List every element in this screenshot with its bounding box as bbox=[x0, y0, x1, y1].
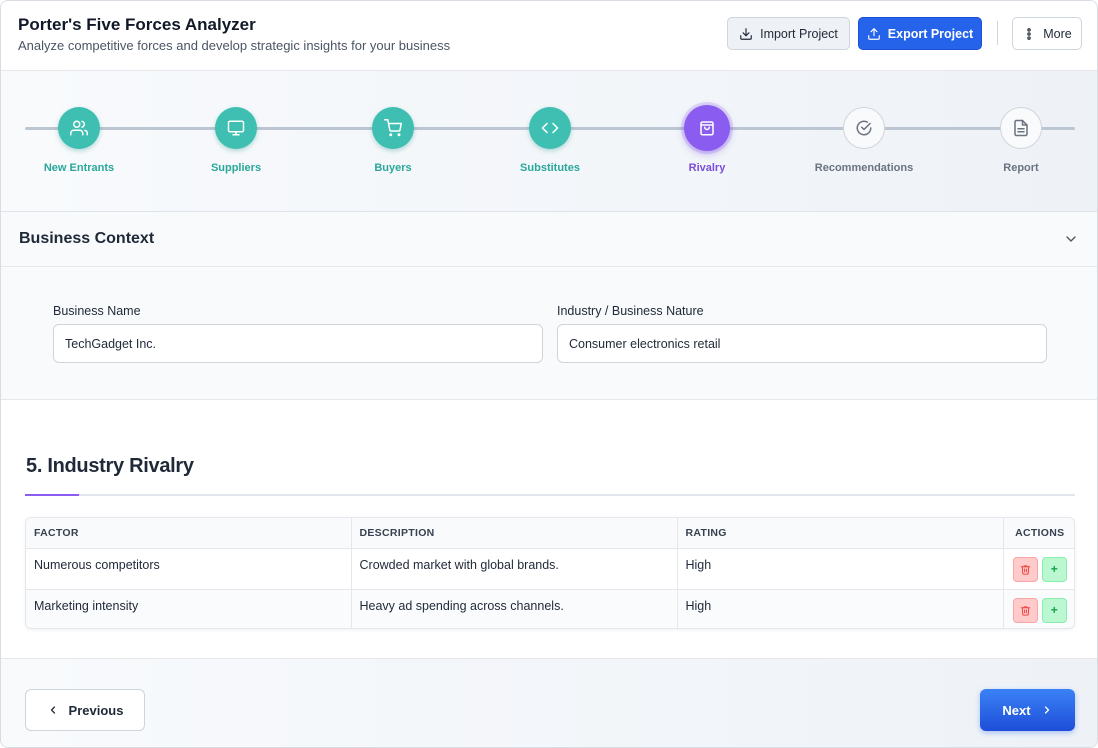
description-cell[interactable]: Crowded market with global brands. bbox=[351, 548, 678, 590]
table-row: Numerous competitors Crowded market with… bbox=[26, 548, 1074, 590]
step-suppliers[interactable]: Suppliers bbox=[161, 71, 311, 212]
business-context-panel: Business Context Business Name TechGadge… bbox=[1, 212, 1097, 400]
import-project-button[interactable]: Import Project bbox=[727, 17, 850, 50]
add-row-button[interactable]: + bbox=[1041, 597, 1067, 623]
step-circle bbox=[684, 105, 730, 151]
business-context-header[interactable]: Business Context bbox=[1, 212, 1097, 267]
table-row: Marketing intensity Heavy ad spending ac… bbox=[26, 589, 1074, 628]
trash-icon bbox=[1020, 605, 1030, 616]
more-button[interactable]: More bbox=[1012, 17, 1082, 50]
download-icon bbox=[740, 27, 752, 40]
table-header-row: FACTOR DESCRIPTION RATING ACTIONS bbox=[26, 518, 1074, 549]
add-row-button[interactable]: + bbox=[1041, 556, 1067, 582]
document-icon bbox=[1014, 119, 1028, 137]
industry-input[interactable]: Consumer electronics retail bbox=[557, 324, 1047, 363]
step-circle bbox=[529, 107, 571, 149]
bag-icon bbox=[700, 121, 714, 136]
check-circle-icon bbox=[856, 120, 872, 136]
rating-cell[interactable]: High bbox=[677, 548, 1004, 590]
progress-stepper: New Entrants Suppliers Buyers Substitute… bbox=[1, 71, 1097, 212]
step-circle bbox=[58, 107, 100, 149]
app-title: Porter's Five Forces Analyzer bbox=[18, 15, 256, 34]
step-label: Report bbox=[1003, 162, 1039, 174]
step-circle bbox=[372, 107, 414, 149]
export-project-button[interactable]: Export Project bbox=[858, 17, 982, 50]
chevron-down-icon[interactable] bbox=[1063, 231, 1079, 247]
column-header-description: DESCRIPTION bbox=[351, 518, 678, 549]
actions-cell: + bbox=[1003, 589, 1074, 628]
more-vertical-icon bbox=[1027, 27, 1031, 40]
step-label: Suppliers bbox=[210, 162, 262, 174]
delete-row-button[interactable] bbox=[1012, 556, 1038, 582]
industry-label: Industry / Business Nature bbox=[557, 304, 704, 318]
import-project-label: Import Project bbox=[760, 26, 838, 41]
next-button[interactable]: Next bbox=[980, 689, 1075, 731]
step-buyers[interactable]: Buyers bbox=[318, 71, 468, 212]
more-label: More bbox=[1043, 26, 1072, 41]
cart-icon bbox=[384, 119, 402, 137]
export-project-label: Export Project bbox=[887, 26, 974, 41]
next-label: Next bbox=[1002, 702, 1031, 718]
section-divider-accent bbox=[25, 494, 79, 496]
business-name-label: Business Name bbox=[53, 304, 141, 318]
step-recommendations[interactable]: Recommendations bbox=[789, 71, 939, 212]
step-rivalry[interactable]: Rivalry bbox=[632, 71, 782, 212]
step-label: Rivalry bbox=[688, 162, 726, 174]
delete-row-button[interactable] bbox=[1012, 597, 1038, 623]
description-cell[interactable]: Heavy ad spending across channels. bbox=[351, 589, 678, 628]
section-title: 5. Industry Rivalry bbox=[26, 455, 194, 477]
step-label: New Entrants bbox=[43, 162, 115, 174]
step-label: Substitutes bbox=[520, 162, 580, 174]
step-circle bbox=[1000, 107, 1042, 149]
business-context-title: Business Context bbox=[19, 230, 155, 247]
app-header: Porter's Five Forces Analyzer Analyze co… bbox=[1, 1, 1097, 71]
step-report[interactable]: Report bbox=[946, 71, 1096, 212]
trash-icon bbox=[1020, 564, 1030, 575]
app-subtitle: Analyze competitive forces and develop s… bbox=[18, 38, 451, 53]
navigation-footer: Previous Next bbox=[1, 658, 1097, 747]
factor-cell[interactable]: Numerous competitors bbox=[26, 548, 352, 590]
chevron-right-icon bbox=[1044, 706, 1049, 714]
row-actions: + bbox=[1012, 556, 1067, 582]
factor-cell[interactable]: Marketing intensity bbox=[26, 589, 352, 628]
row-actions: + bbox=[1012, 597, 1067, 623]
header-divider bbox=[997, 21, 998, 45]
section-divider bbox=[25, 494, 1075, 496]
step-substitutes[interactable]: Substitutes bbox=[475, 71, 625, 212]
monitor-icon bbox=[227, 120, 245, 136]
rivalry-table: FACTOR DESCRIPTION RATING ACTIONS Numero… bbox=[25, 517, 1075, 629]
business-name-input[interactable]: TechGadget Inc. bbox=[53, 324, 543, 363]
step-label: Buyers bbox=[374, 162, 412, 174]
app-window: Porter's Five Forces Analyzer Analyze co… bbox=[0, 0, 1098, 748]
upload-icon bbox=[867, 27, 880, 40]
rating-cell[interactable]: High bbox=[677, 589, 1004, 628]
code-icon bbox=[541, 122, 559, 134]
column-header-rating: RATING bbox=[677, 518, 1004, 549]
column-header-actions: ACTIONS bbox=[1003, 518, 1074, 549]
users-icon bbox=[70, 120, 88, 136]
actions-cell: + bbox=[1003, 548, 1074, 590]
step-circle bbox=[215, 107, 257, 149]
previous-button[interactable]: Previous bbox=[25, 689, 145, 731]
step-circle bbox=[843, 107, 885, 149]
chevron-left-icon bbox=[50, 706, 55, 714]
step-label: Recommendations bbox=[814, 162, 914, 174]
previous-label: Previous bbox=[68, 702, 124, 718]
step-new-entrants[interactable]: New Entrants bbox=[4, 71, 154, 212]
column-header-factor: FACTOR bbox=[26, 518, 352, 549]
